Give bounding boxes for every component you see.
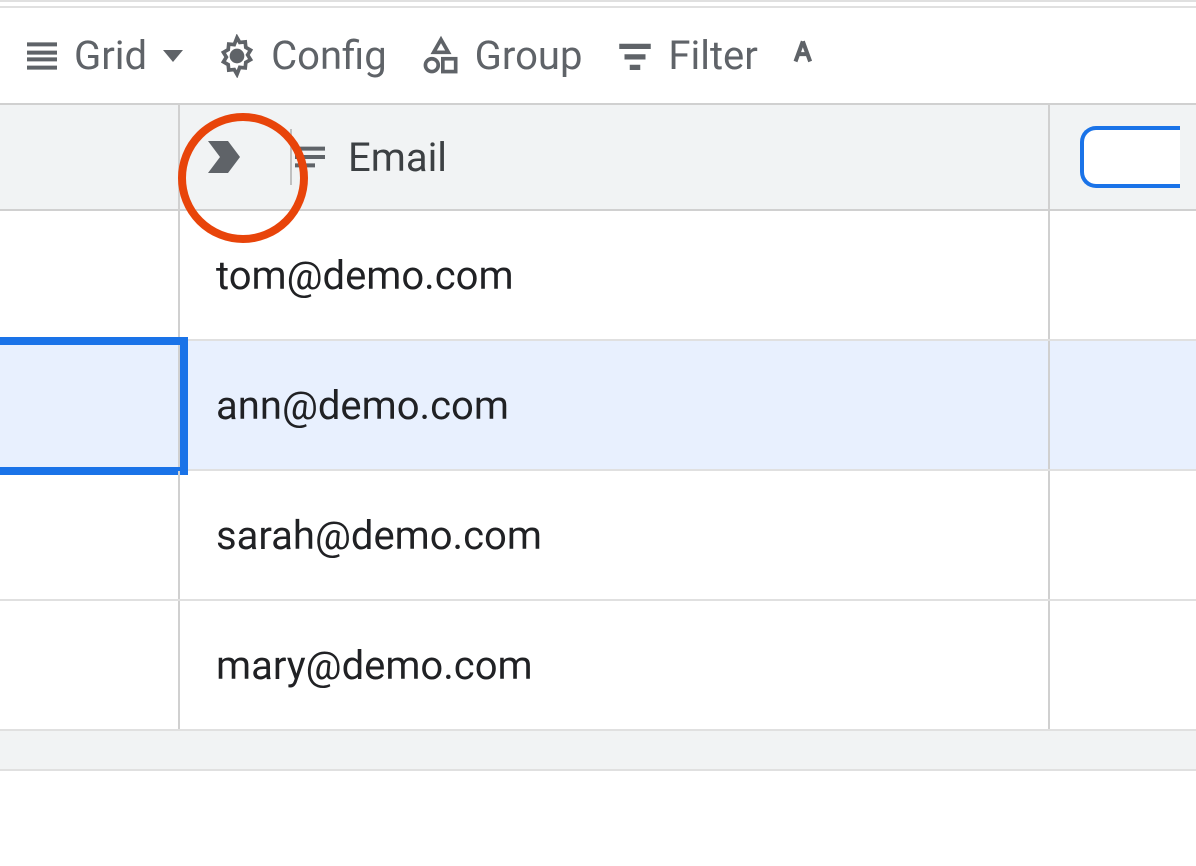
next-cell[interactable] [1050, 471, 1196, 599]
next-column-header[interactable] [1050, 105, 1196, 209]
grid-area: Email tom@demo.com ann@demo.com sarah@de… [0, 103, 1196, 771]
email-cell[interactable]: ann@demo.com [180, 341, 1050, 469]
email-value: tom@demo.com [216, 252, 514, 299]
email-value: mary@demo.com [216, 642, 533, 689]
table-row[interactable]: sarah@demo.com [0, 471, 1196, 601]
row-header-spacer [0, 105, 180, 209]
list-icon [22, 36, 62, 76]
config-button[interactable]: Config [203, 28, 399, 83]
email-cell[interactable]: sarah@demo.com [180, 471, 1050, 599]
next-cell[interactable] [1050, 211, 1196, 339]
config-label: Config [271, 32, 387, 79]
row-handle[interactable] [0, 601, 180, 729]
cell-selection-indicator [1080, 126, 1180, 188]
email-header-label: Email [348, 134, 447, 181]
column-header-row: Email [0, 105, 1196, 211]
next-cell[interactable] [1050, 601, 1196, 729]
text-field-icon [290, 137, 330, 177]
table-row[interactable]: ann@demo.com [0, 341, 1196, 471]
column-resize-handle[interactable] [290, 129, 292, 185]
sort-az-icon [790, 34, 834, 78]
row-handle[interactable] [0, 211, 180, 339]
filter-icon [614, 35, 656, 77]
filter-button[interactable]: Filter [602, 28, 769, 83]
row-handle[interactable] [0, 471, 180, 599]
window-top-border [0, 0, 1196, 8]
row-handle[interactable] [0, 341, 180, 469]
group-button[interactable]: Group [407, 28, 595, 83]
grid-footer [0, 731, 1196, 771]
email-value: sarah@demo.com [216, 512, 542, 559]
shapes-icon [419, 34, 463, 78]
grid-view-label: Grid [74, 32, 147, 79]
group-label: Group [475, 32, 583, 79]
next-cell[interactable] [1050, 341, 1196, 469]
gear-icon [215, 34, 259, 78]
email-column-header[interactable]: Email [180, 105, 1050, 209]
table-row[interactable]: mary@demo.com [0, 601, 1196, 731]
selection-outline [0, 337, 188, 475]
email-value: ann@demo.com [216, 382, 509, 429]
dropdown-caret-icon [163, 50, 183, 62]
expand-chevron-icon[interactable] [200, 133, 248, 181]
table-row[interactable]: tom@demo.com [0, 211, 1196, 341]
filter-label: Filter [668, 32, 757, 79]
grid-view-button[interactable]: Grid [10, 28, 195, 83]
toolbar: Grid Config Group Filter [0, 8, 1196, 103]
sort-button-partial[interactable] [778, 30, 834, 82]
email-cell[interactable]: mary@demo.com [180, 601, 1050, 729]
email-cell[interactable]: tom@demo.com [180, 211, 1050, 339]
